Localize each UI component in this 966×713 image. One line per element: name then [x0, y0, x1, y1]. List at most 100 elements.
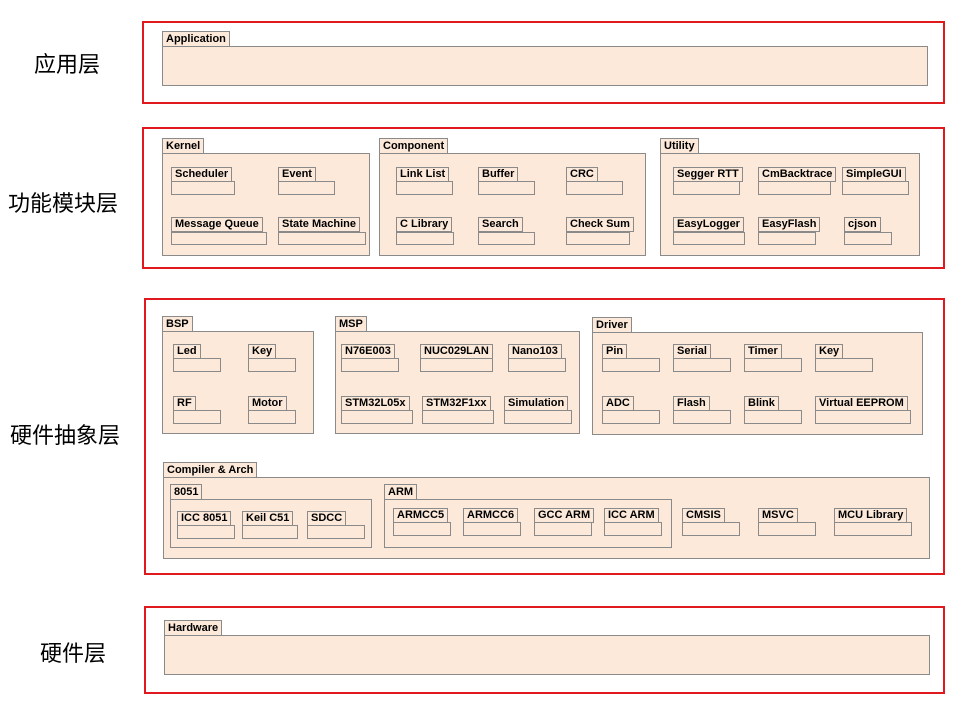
module-virtual-eeprom-body [815, 410, 911, 424]
module-icc-8051: ICC 8051 [177, 511, 232, 526]
hardware-package-tab: Hardware [164, 620, 223, 636]
module-state-machine: State Machine [278, 217, 360, 232]
module-rf-body [173, 410, 221, 424]
module-led: Led [173, 344, 201, 359]
kernel-package-tab: Kernel [162, 138, 205, 154]
module-simplegui: SimpleGUI [842, 167, 906, 182]
module-cjson: cjson [844, 217, 881, 232]
module-sdcc-body [307, 525, 365, 539]
module-state-machine-body [278, 232, 366, 245]
module-flash: Flash [673, 396, 710, 411]
module-motor: Motor [248, 396, 287, 411]
module-cjson-body [844, 232, 892, 245]
module-icc-8051-body [177, 525, 235, 539]
module-pin: Pin [602, 344, 628, 359]
module-buffer-body [478, 181, 535, 195]
arm-package-tab: ARM [384, 484, 418, 500]
module-motor-body [248, 410, 296, 424]
module-msvc-body [758, 522, 816, 536]
module-sdcc: SDCC [307, 511, 347, 526]
module-mcu-library-body [834, 522, 912, 536]
module-easylogger: EasyLogger [673, 217, 744, 232]
module-key-driver-body [815, 358, 873, 372]
module-gcc-arm: GCC ARM [534, 508, 595, 523]
module-msvc: MSVC [758, 508, 798, 523]
module-cmbacktrace-body [758, 181, 831, 195]
module-easyflash: EasyFlash [758, 217, 821, 232]
module-simulation: Simulation [504, 396, 569, 411]
module-event-body [278, 181, 335, 195]
module-key-driver: Key [815, 344, 844, 359]
module-easyflash-body [758, 232, 816, 245]
module-rf: RF [173, 396, 196, 411]
module-flash-body [673, 410, 731, 424]
module-mcu-library: MCU Library [834, 508, 908, 523]
module-armcc6-body [463, 522, 521, 536]
component-package-tab: Component [379, 138, 449, 154]
module-link-list-body [396, 181, 453, 195]
module-check-sum-body [566, 232, 630, 245]
module-segger-rtt: Segger RTT [673, 167, 743, 182]
utility-package-tab: Utility [660, 138, 699, 154]
module-crc: CRC [566, 167, 598, 182]
module-armcc5-body [393, 522, 451, 536]
module-serial-body [673, 358, 731, 372]
module-search-body [478, 232, 535, 245]
module-timer-body [744, 358, 802, 372]
module-message-queue-body [171, 232, 267, 245]
module-c-library-body [396, 232, 454, 245]
module-keil-c51: Keil C51 [242, 511, 294, 526]
module-adc: ADC [602, 396, 634, 411]
module-key-bsp-body [248, 358, 296, 372]
module-message-queue: Message Queue [171, 217, 263, 232]
module-icc-arm-body [604, 522, 662, 536]
msp-package-tab: MSP [335, 316, 367, 332]
hardware-package [164, 635, 930, 675]
module-blink: Blink [744, 396, 779, 411]
module-led-body [173, 358, 221, 372]
module-event: Event [278, 167, 316, 182]
c8051-package-tab: 8051 [170, 484, 203, 500]
module-simulation-body [504, 410, 572, 424]
module-keil-c51-body [242, 525, 298, 539]
module-segger-rtt-body [673, 181, 740, 195]
layer-label-application: 应用层 [34, 53, 101, 78]
module-n76e003: N76E003 [341, 344, 395, 359]
module-virtual-eeprom: Virtual EEPROM [815, 396, 908, 411]
module-c-library: C Library [396, 217, 453, 232]
module-pin-body [602, 358, 660, 372]
driver-package-tab: Driver [592, 317, 632, 333]
module-serial: Serial [673, 344, 711, 359]
module-nuc029lan-body [420, 358, 493, 372]
module-stm32l05x: STM32L05x [341, 396, 410, 411]
module-gcc-arm-body [534, 522, 592, 536]
module-scheduler-body [171, 181, 235, 195]
layer-label-hal: 硬件抽象层 [10, 424, 121, 449]
module-nano103-body [508, 358, 566, 372]
module-stm32f1xx-body [422, 410, 494, 424]
bsp-package-tab: BSP [162, 316, 193, 332]
module-timer: Timer [744, 344, 782, 359]
module-simplegui-body [842, 181, 909, 195]
module-blink-body [744, 410, 802, 424]
module-armcc5: ARMCC5 [393, 508, 449, 523]
module-check-sum: Check Sum [566, 217, 634, 232]
module-cmsis-body [682, 522, 740, 536]
layer-label-hardware: 硬件层 [40, 642, 107, 667]
module-easylogger-body [673, 232, 745, 245]
module-n76e003-body [341, 358, 399, 372]
module-crc-body [566, 181, 623, 195]
module-stm32l05x-body [341, 410, 413, 424]
module-adc-body [602, 410, 660, 424]
module-search: Search [478, 217, 523, 232]
module-nano103: Nano103 [508, 344, 562, 359]
application-package [162, 46, 928, 86]
module-nuc029lan: NUC029LAN [420, 344, 493, 359]
application-package-tab: Application [162, 31, 230, 47]
module-key-bsp: Key [248, 344, 277, 359]
module-buffer: Buffer [478, 167, 519, 182]
module-icc-arm: ICC ARM [604, 508, 659, 523]
module-stm32f1xx: STM32F1xx [422, 396, 491, 411]
module-cmbacktrace: CmBacktrace [758, 167, 837, 182]
layer-label-function: 功能模块层 [8, 192, 119, 217]
